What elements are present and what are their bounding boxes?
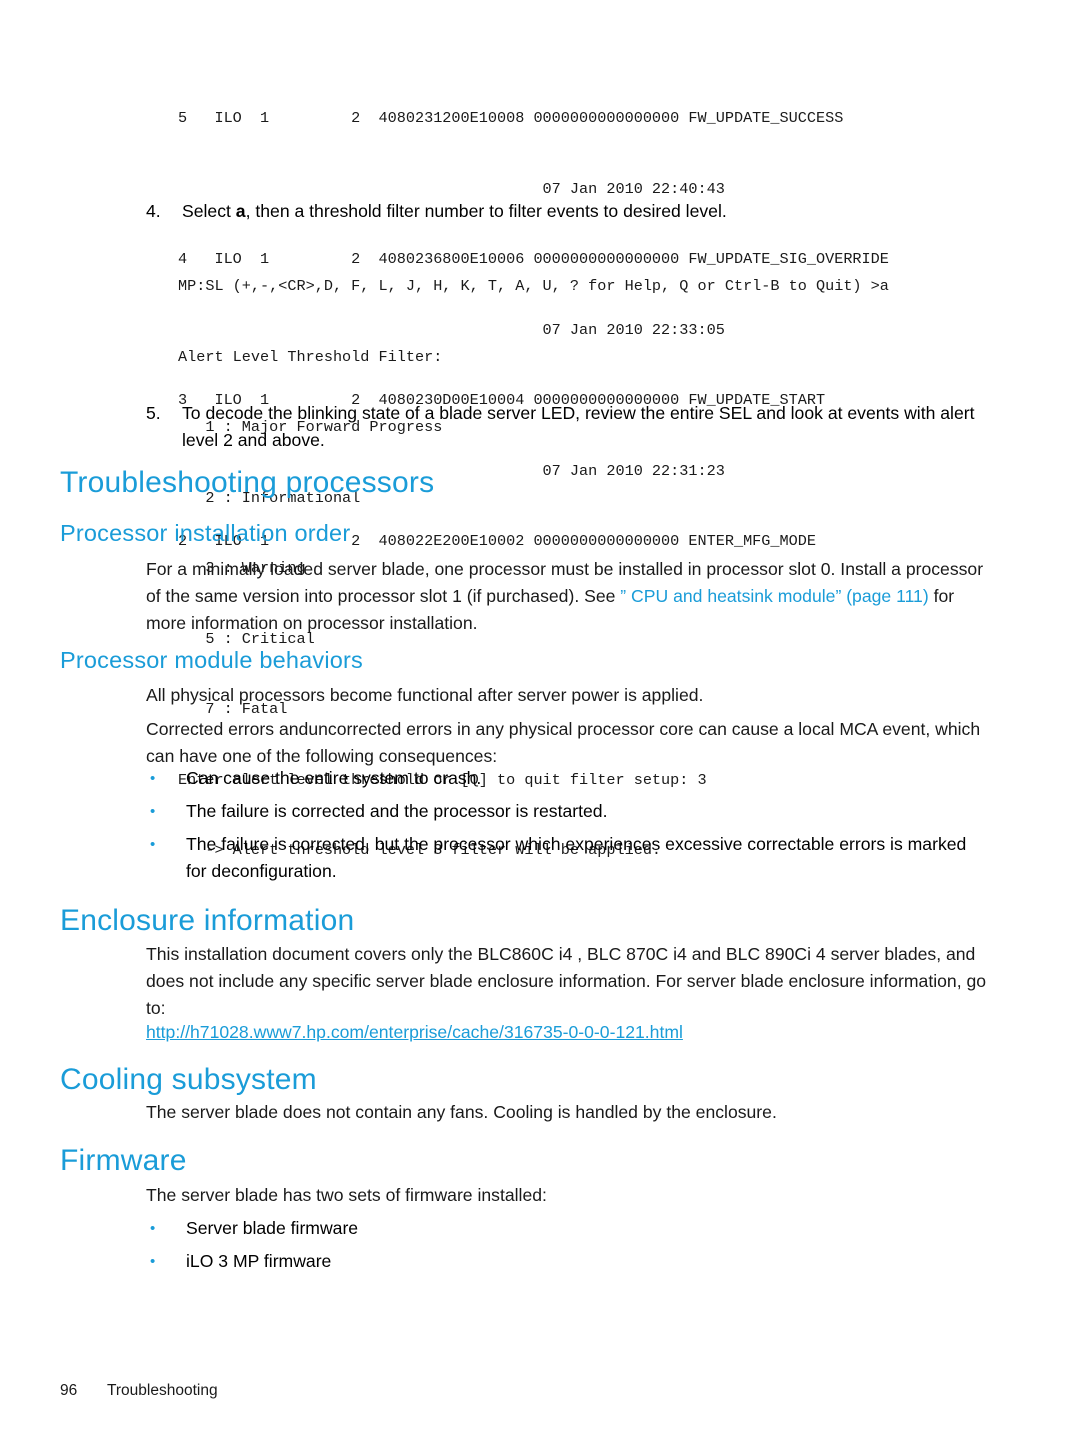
paragraph-enclosure-information: This installation document covers only t… [146, 944, 987, 1018]
step-4-bold-key: a [235, 201, 246, 221]
list-item-label: Can cause the entire system to crash. [186, 768, 482, 788]
step-4-number: 4. [146, 201, 161, 221]
step-4-text-after: , then a threshold filter number to filt… [245, 201, 727, 221]
step-4: 4. Select a, then a threshold filter num… [146, 198, 1006, 225]
list-firmware-sets: • Server blade firmware • iLO 3 MP firmw… [146, 1215, 991, 1275]
step-4-text-before: Select [182, 201, 236, 221]
list-item-label: iLO 3 MP firmware [186, 1251, 332, 1271]
step-4-text: Select a, then a threshold filter number… [182, 198, 1006, 225]
list-item: • The failure is corrected and the proce… [146, 798, 991, 825]
list-item-label: The failure is corrected and the process… [186, 801, 608, 821]
footer-chapter-label: Troubleshooting [107, 1382, 218, 1399]
bullet-icon: • [150, 836, 156, 853]
bullet-icon: • [150, 803, 156, 820]
link-page-111[interactable]: (page 111) [846, 586, 929, 606]
document-page: 5 ILO 1 2 4080231200E10008 0000000000000… [0, 0, 1080, 1438]
heading-processor-installation-order: Processor installation order [60, 520, 351, 546]
list-item-label: The failure is corrected, but the proces… [186, 834, 967, 881]
list-item: • The failure is corrected, but the proc… [146, 831, 991, 885]
paragraph-corrected-errors: Corrected errors anduncorrected errors i… [146, 719, 981, 766]
bullet-icon: • [150, 1253, 156, 1270]
bullet-icon: • [150, 770, 156, 787]
sel-log-line: 5 ILO 1 2 4080231200E10008 0000000000000… [178, 109, 844, 127]
heading-cooling-subsystem: Cooling subsystem [60, 1063, 317, 1096]
list-item: • Can cause the entire system to crash. [146, 765, 991, 792]
heading-troubleshooting-processors: Troubleshooting processors [60, 466, 435, 499]
link-cpu-and-heatsink-module[interactable]: ” CPU and heatsink module” [620, 586, 841, 606]
page-footer: 96 Troubleshooting [60, 1382, 960, 1400]
paragraph-processors-functional: All physical processors become functiona… [146, 685, 704, 705]
link-enclosure-information-url[interactable]: http://h71028.www7.hp.com/enterprise/cac… [146, 1022, 683, 1042]
console-line: MP:SL (+,-,<CR>,D, F, L, J, H, K, T, A, … [178, 277, 889, 295]
list-item: • Server blade firmware [146, 1215, 991, 1242]
console-line: Alert Level Threshold Filter: [178, 347, 443, 366]
paragraph-firmware: The server blade has two sets of firmwar… [146, 1185, 547, 1205]
step-5-number: 5. [146, 403, 161, 423]
step-5: 5. To decode the blinking state of a bla… [146, 400, 1006, 454]
bullet-icon: • [150, 1220, 156, 1237]
heading-firmware: Firmware [60, 1144, 187, 1177]
list-item: • iLO 3 MP firmware [146, 1248, 991, 1275]
enclosure-url-wrapper: http://h71028.www7.hp.com/enterprise/cac… [146, 1019, 991, 1046]
footer-page-number: 96 [60, 1382, 78, 1399]
heading-processor-module-behaviors: Processor module behaviors [60, 647, 364, 673]
list-mca-consequences: • Can cause the entire system to crash. … [146, 765, 991, 885]
step-5-text: To decode the blinking state of a blade … [182, 403, 975, 450]
paragraph-cooling-subsystem: The server blade does not contain any fa… [146, 1102, 777, 1122]
list-item-label: Server blade firmware [186, 1218, 359, 1238]
paragraph-processor-installation-order: For a minimally loaded server blade, one… [146, 556, 991, 637]
heading-enclosure-information: Enclosure information [60, 904, 355, 937]
